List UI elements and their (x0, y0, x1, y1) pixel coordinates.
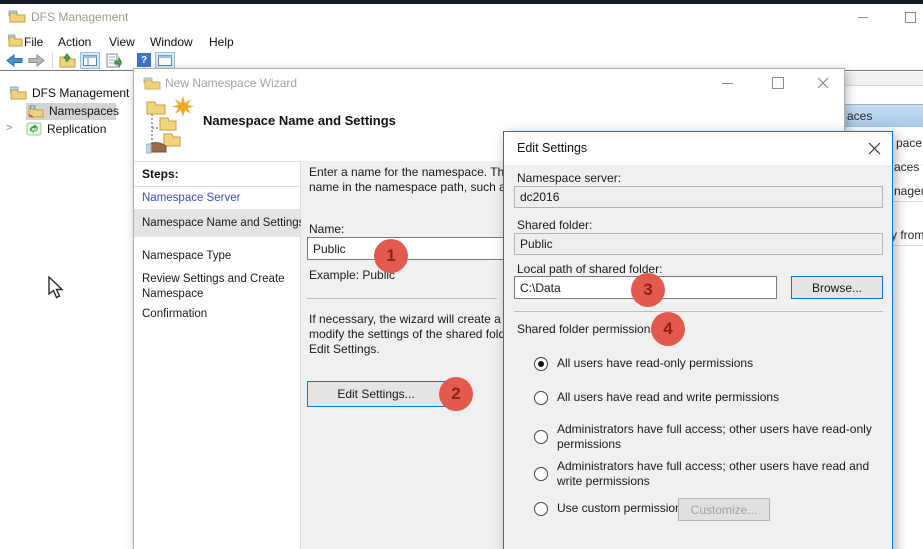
radio-option-admin-readwrite[interactable]: Administrators have full access; other u… (534, 459, 889, 489)
radio-circle-1[interactable] (534, 391, 548, 405)
annotation-badge-2: 2 (439, 377, 473, 411)
show-window-button[interactable] (155, 52, 175, 69)
menu-view[interactable]: View (105, 33, 139, 51)
help-icon[interactable]: ? (137, 53, 151, 67)
background-fragment-2: aces t (894, 160, 923, 174)
annotation-badge-4: 4 (651, 312, 685, 346)
intro-line-1: Enter a name for the namespace. This na (309, 165, 530, 179)
wizard-maximize-button[interactable] (763, 73, 793, 93)
dialog-title: Edit Settings (517, 141, 587, 155)
radio-label-1: All users have read and write permission… (557, 390, 779, 405)
radio-circle-0[interactable] (534, 357, 548, 371)
background-fragment-3: nagen (894, 184, 923, 198)
radio-option-admin-readonly[interactable]: Administrators have full access; other u… (534, 422, 889, 452)
steps-divider (134, 186, 301, 187)
background-fragment-1: pace... (896, 136, 923, 150)
radio-circle-4[interactable] (534, 502, 548, 516)
steps-title: Steps: (142, 167, 179, 181)
step-namespace-type: Namespace Type (142, 250, 231, 262)
screen: DFS Management File Action View Window H… (0, 0, 923, 549)
browse-button[interactable]: Browse... (791, 276, 883, 299)
background-fragment-4: y from (891, 228, 923, 242)
dfs-management-icon (10, 86, 27, 100)
customize-button: Customize... (678, 498, 770, 521)
radio-label-2: Administrators have full access; other u… (557, 422, 889, 452)
note-line-3: Edit Settings. (309, 342, 380, 356)
background-pane-band (845, 72, 923, 86)
wizard-header-icon (146, 96, 196, 154)
console-view-button[interactable] (80, 52, 100, 69)
menu-bar: File Action View Window Help (0, 30, 923, 52)
up-folder-icon[interactable] (59, 53, 76, 68)
radio-label-4: Use custom permissions: (557, 501, 691, 516)
dialog-titlebar: Edit Settings (504, 132, 892, 165)
console-view-icon (83, 55, 97, 66)
forward-arrow-icon[interactable] (28, 54, 45, 67)
radio-option-read-only[interactable]: All users have read-only permissions (534, 356, 753, 371)
shared-folder-label: Shared folder: (517, 218, 592, 232)
name-label: Name: (309, 222, 344, 236)
menu-file[interactable]: File (20, 33, 47, 51)
tree-item-namespaces[interactable]: Namespaces (28, 104, 119, 118)
step-confirmation: Confirmation (142, 308, 207, 320)
namespace-server-input (514, 186, 883, 208)
annotation-badge-1: 1 (374, 239, 408, 273)
tree-item-dfs-management[interactable]: DFS Management (10, 86, 129, 100)
annotation-badge-3: 3 (631, 273, 665, 307)
note-line-2: modify the settings of the shared folder… (309, 327, 534, 341)
radio-label-3: Administrators have full access; other u… (557, 459, 889, 489)
background-divider-1 (893, 201, 923, 202)
radio-circle-2[interactable] (534, 430, 548, 444)
radio-option-read-write[interactable]: All users have read and write permission… (534, 390, 779, 405)
close-icon (817, 77, 829, 89)
export-list-icon[interactable] (106, 53, 123, 68)
wizard-minimize-button[interactable] (712, 73, 742, 93)
menu-action[interactable]: Action (54, 33, 95, 51)
main-titlebar: DFS Management (0, 4, 923, 30)
intro-line-2: name in the namespace path, such as \\ (309, 180, 522, 194)
console-tree-panel: DFS Management Namespaces > Replication (0, 71, 133, 549)
dfs-app-icon (8, 9, 26, 24)
step-review-settings: Review Settings and Create Namespace (142, 272, 292, 302)
edit-settings-dialog: Edit Settings Namespace server: Shared f… (503, 131, 893, 549)
wizard-close-button[interactable] (808, 73, 838, 93)
tree-expand-chevron[interactable]: > (6, 122, 12, 134)
window-pane-icon (158, 55, 172, 66)
background-pane-header: aces (845, 104, 923, 127)
back-arrow-icon[interactable] (6, 54, 23, 67)
background-divider-2 (893, 245, 923, 246)
content-divider (307, 298, 497, 299)
radio-circle-3[interactable] (534, 467, 548, 481)
tree-item-replication[interactable]: Replication (26, 122, 106, 136)
replication-icon (26, 122, 42, 136)
menu-help[interactable]: Help (205, 33, 238, 51)
note-line-1: If necessary, the wizard will create a s… (309, 312, 528, 326)
dialog-divider (514, 311, 883, 312)
wizard-title: New Namespace Wizard (165, 76, 297, 90)
namespaces-icon (28, 104, 44, 118)
main-maximize-button[interactable] (895, 7, 923, 27)
radio-label-0: All users have read-only permissions (557, 356, 753, 371)
dialog-close-button[interactable] (862, 138, 886, 158)
wizard-steps-panel: Steps: Namespace Server Namespace Name a… (134, 161, 301, 549)
main-minimize-button[interactable] (848, 7, 878, 27)
namespace-server-label: Namespace server: (517, 171, 621, 185)
step-namespace-name-settings: Namespace Name and Settings (142, 217, 304, 229)
mouse-cursor (48, 276, 64, 300)
main-window-title: DFS Management (31, 10, 128, 24)
wizard-heading: Namespace Name and Settings (203, 113, 396, 128)
shared-folder-input (514, 233, 883, 255)
background-pane-header-text: aces (847, 109, 872, 123)
wizard-title-icon (143, 76, 161, 91)
radio-option-custom[interactable]: Use custom permissions: (534, 501, 691, 516)
edit-settings-button[interactable]: Edit Settings... (307, 381, 445, 407)
step-namespace-server[interactable]: Namespace Server (142, 192, 240, 204)
close-icon (868, 142, 881, 155)
toolbar-separator (52, 53, 53, 68)
menu-window[interactable]: Window (146, 33, 197, 51)
permissions-label: Shared folder permissions: (517, 322, 660, 336)
